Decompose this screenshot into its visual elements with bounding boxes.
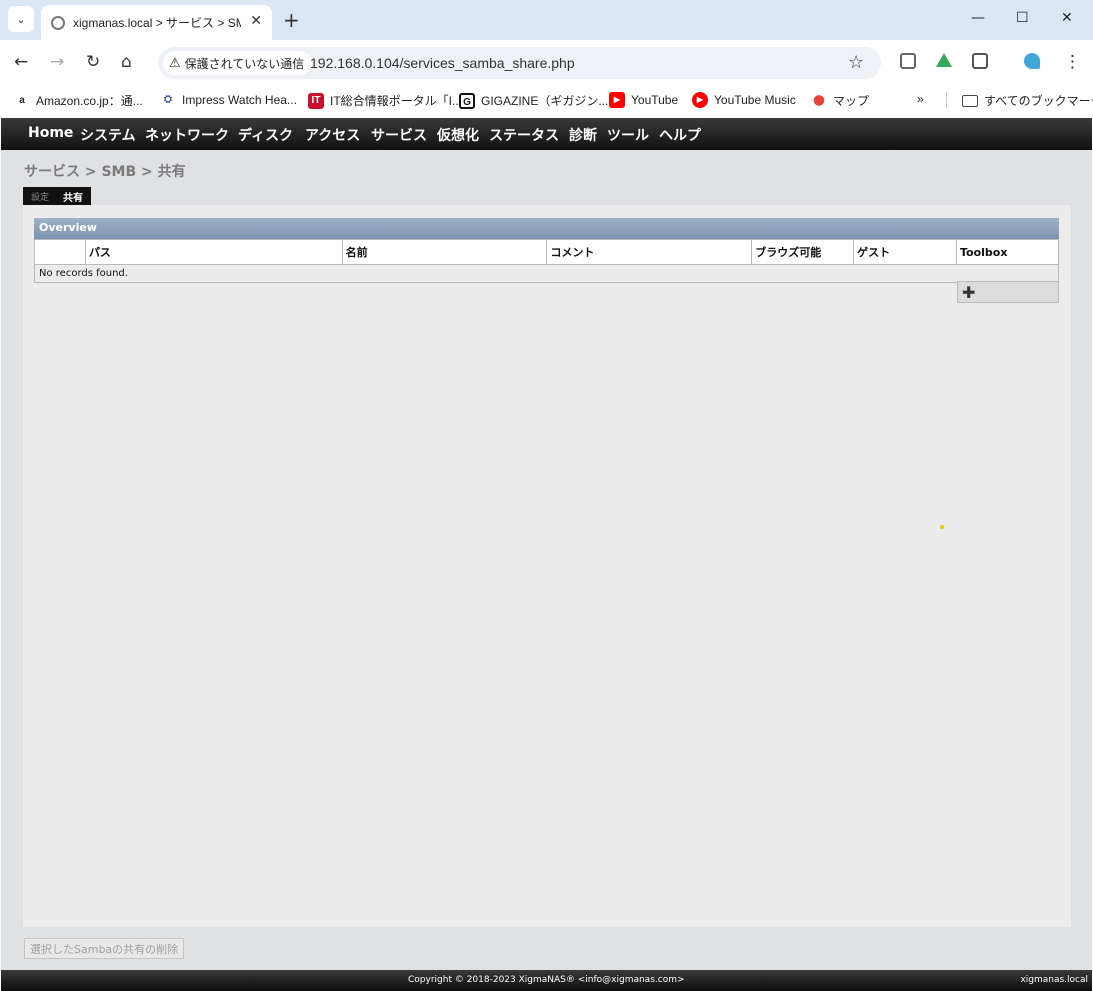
tab-settings[interactable]: 設定 xyxy=(23,190,57,203)
more-bookmarks-icon[interactable]: » xyxy=(917,92,924,106)
url-text[interactable]: 192.168.0.104/services_samba_share.php xyxy=(310,55,575,71)
youtube-music-icon: ▶ xyxy=(692,92,708,108)
menu-kebab-icon[interactable]: ⋮ xyxy=(1064,52,1081,72)
empty-message: No records found. xyxy=(34,264,1059,283)
nav-services[interactable]: サービス xyxy=(371,125,427,145)
nav-virtualization[interactable]: 仮想化 xyxy=(437,125,479,145)
col-path: パス xyxy=(84,239,343,265)
delete-selected-shares-button[interactable]: 選択したSambaの共有の削除 xyxy=(24,938,185,959)
nav-status[interactable]: ステータス xyxy=(489,125,559,145)
maps-icon: ⬤ xyxy=(813,94,825,106)
bookmark-itmedia[interactable]: IT IT総合情報ポータル「I... xyxy=(308,92,462,109)
browser-tab[interactable]: xigmanas.local > サービス > SMB ✕ xyxy=(41,5,272,40)
col-name: 名前 xyxy=(341,239,548,265)
shares-table: パス 名前 コメント ブラウズ可能 ゲスト Toolbox No records… xyxy=(34,239,1059,283)
tab-shares[interactable]: 共有 xyxy=(57,189,91,204)
close-icon[interactable]: ✕ xyxy=(250,13,262,29)
footer-hostname: xigmanas.local xyxy=(1020,975,1088,985)
home-icon[interactable]: ⌂ xyxy=(121,52,132,72)
impress-icon: ⛭ xyxy=(164,94,172,105)
table-row: No records found. xyxy=(34,264,1059,283)
bookmark-star-icon[interactable]: ☆ xyxy=(848,52,864,73)
overview-title: Overview xyxy=(39,221,97,234)
nav-help[interactable]: ヘルプ xyxy=(659,125,701,145)
dolphin-extension-icon[interactable] xyxy=(1024,53,1040,69)
cast-icon[interactable] xyxy=(900,53,916,69)
nav-home[interactable]: Home xyxy=(28,125,73,141)
bookmark-youtube-music[interactable]: ▶ YouTube Music xyxy=(692,92,796,108)
col-guest: ゲスト xyxy=(853,239,957,265)
folder-icon xyxy=(962,94,978,107)
add-icon[interactable]: ✚ xyxy=(962,283,975,302)
col-select xyxy=(34,239,86,265)
tab-search-button[interactable]: ⌄ xyxy=(8,6,34,32)
new-tab-button[interactable]: + xyxy=(283,8,300,32)
bookmark-impress[interactable]: ⛭ Impress Watch Hea... xyxy=(160,92,297,108)
browser-tabstrip: ⌄ xigmanas.local > サービス > SMB ✕ + — ☐ ✕ xyxy=(0,0,1093,40)
nav-access[interactable]: アクセス xyxy=(305,125,360,145)
extensions-icon[interactable] xyxy=(972,53,988,69)
minimize-icon[interactable]: — xyxy=(971,10,985,26)
itmedia-icon: IT xyxy=(308,92,324,109)
tab-title: xigmanas.local > サービス > SMB xyxy=(73,16,241,30)
content-area xyxy=(23,205,1071,927)
nav-system[interactable]: システム xyxy=(80,125,136,145)
maximize-icon[interactable]: ☐ xyxy=(1016,10,1029,26)
nav-diagnostics[interactable]: 診断 xyxy=(569,125,597,145)
section-tabs: 設定 共有 xyxy=(23,187,92,205)
security-label: 保護されていない通信 xyxy=(184,56,305,71)
forward-icon[interactable]: → xyxy=(50,52,64,72)
reload-icon[interactable]: ↻ xyxy=(86,52,100,72)
back-icon[interactable]: ← xyxy=(14,52,28,72)
bookmark-gigazine[interactable]: G GIGAZINE（ギガジン... xyxy=(459,92,608,109)
col-toolbox: Toolbox xyxy=(956,239,1059,265)
bookmark-separator xyxy=(946,92,947,108)
window-close-icon[interactable]: ✕ xyxy=(1061,10,1073,26)
toolbox-add-cell: ✚ xyxy=(957,281,1059,303)
google-drive-icon[interactable] xyxy=(936,53,952,67)
security-chip[interactable]: ⚠ 保護されていない通信 xyxy=(163,51,313,75)
cursor-dot xyxy=(940,525,944,529)
table-header-row: パス 名前 コメント ブラウズ可能 ゲスト Toolbox xyxy=(34,239,1059,265)
overview-header: Overview xyxy=(34,218,1059,239)
bookmark-youtube[interactable]: ▶ YouTube xyxy=(609,92,678,108)
warning-icon: ⚠ xyxy=(169,55,181,71)
col-comment: コメント xyxy=(546,239,753,265)
col-browseable: ブラウズ可能 xyxy=(751,239,855,265)
bookmark-maps[interactable]: ⬤ マップ xyxy=(811,92,869,109)
all-bookmarks-folder[interactable]: すべてのブックマーク xyxy=(962,92,1093,109)
xigmanas-favicon-icon xyxy=(51,15,65,30)
bookmark-amazon[interactable]: a Amazon.co.jp：通... xyxy=(14,92,143,109)
footer-copyright: Copyright © 2018-2023 XigmaNAS® <info@xi… xyxy=(408,975,685,985)
nav-tools[interactable]: ツール xyxy=(607,125,649,145)
nav-network[interactable]: ネットワーク xyxy=(145,125,229,145)
gigazine-icon: G xyxy=(459,92,475,109)
amazon-icon: a xyxy=(19,94,25,106)
nav-disks[interactable]: ディスク xyxy=(238,125,293,145)
youtube-icon: ▶ xyxy=(609,92,625,108)
breadcrumb: サービス > SMB > 共有 xyxy=(24,164,186,180)
